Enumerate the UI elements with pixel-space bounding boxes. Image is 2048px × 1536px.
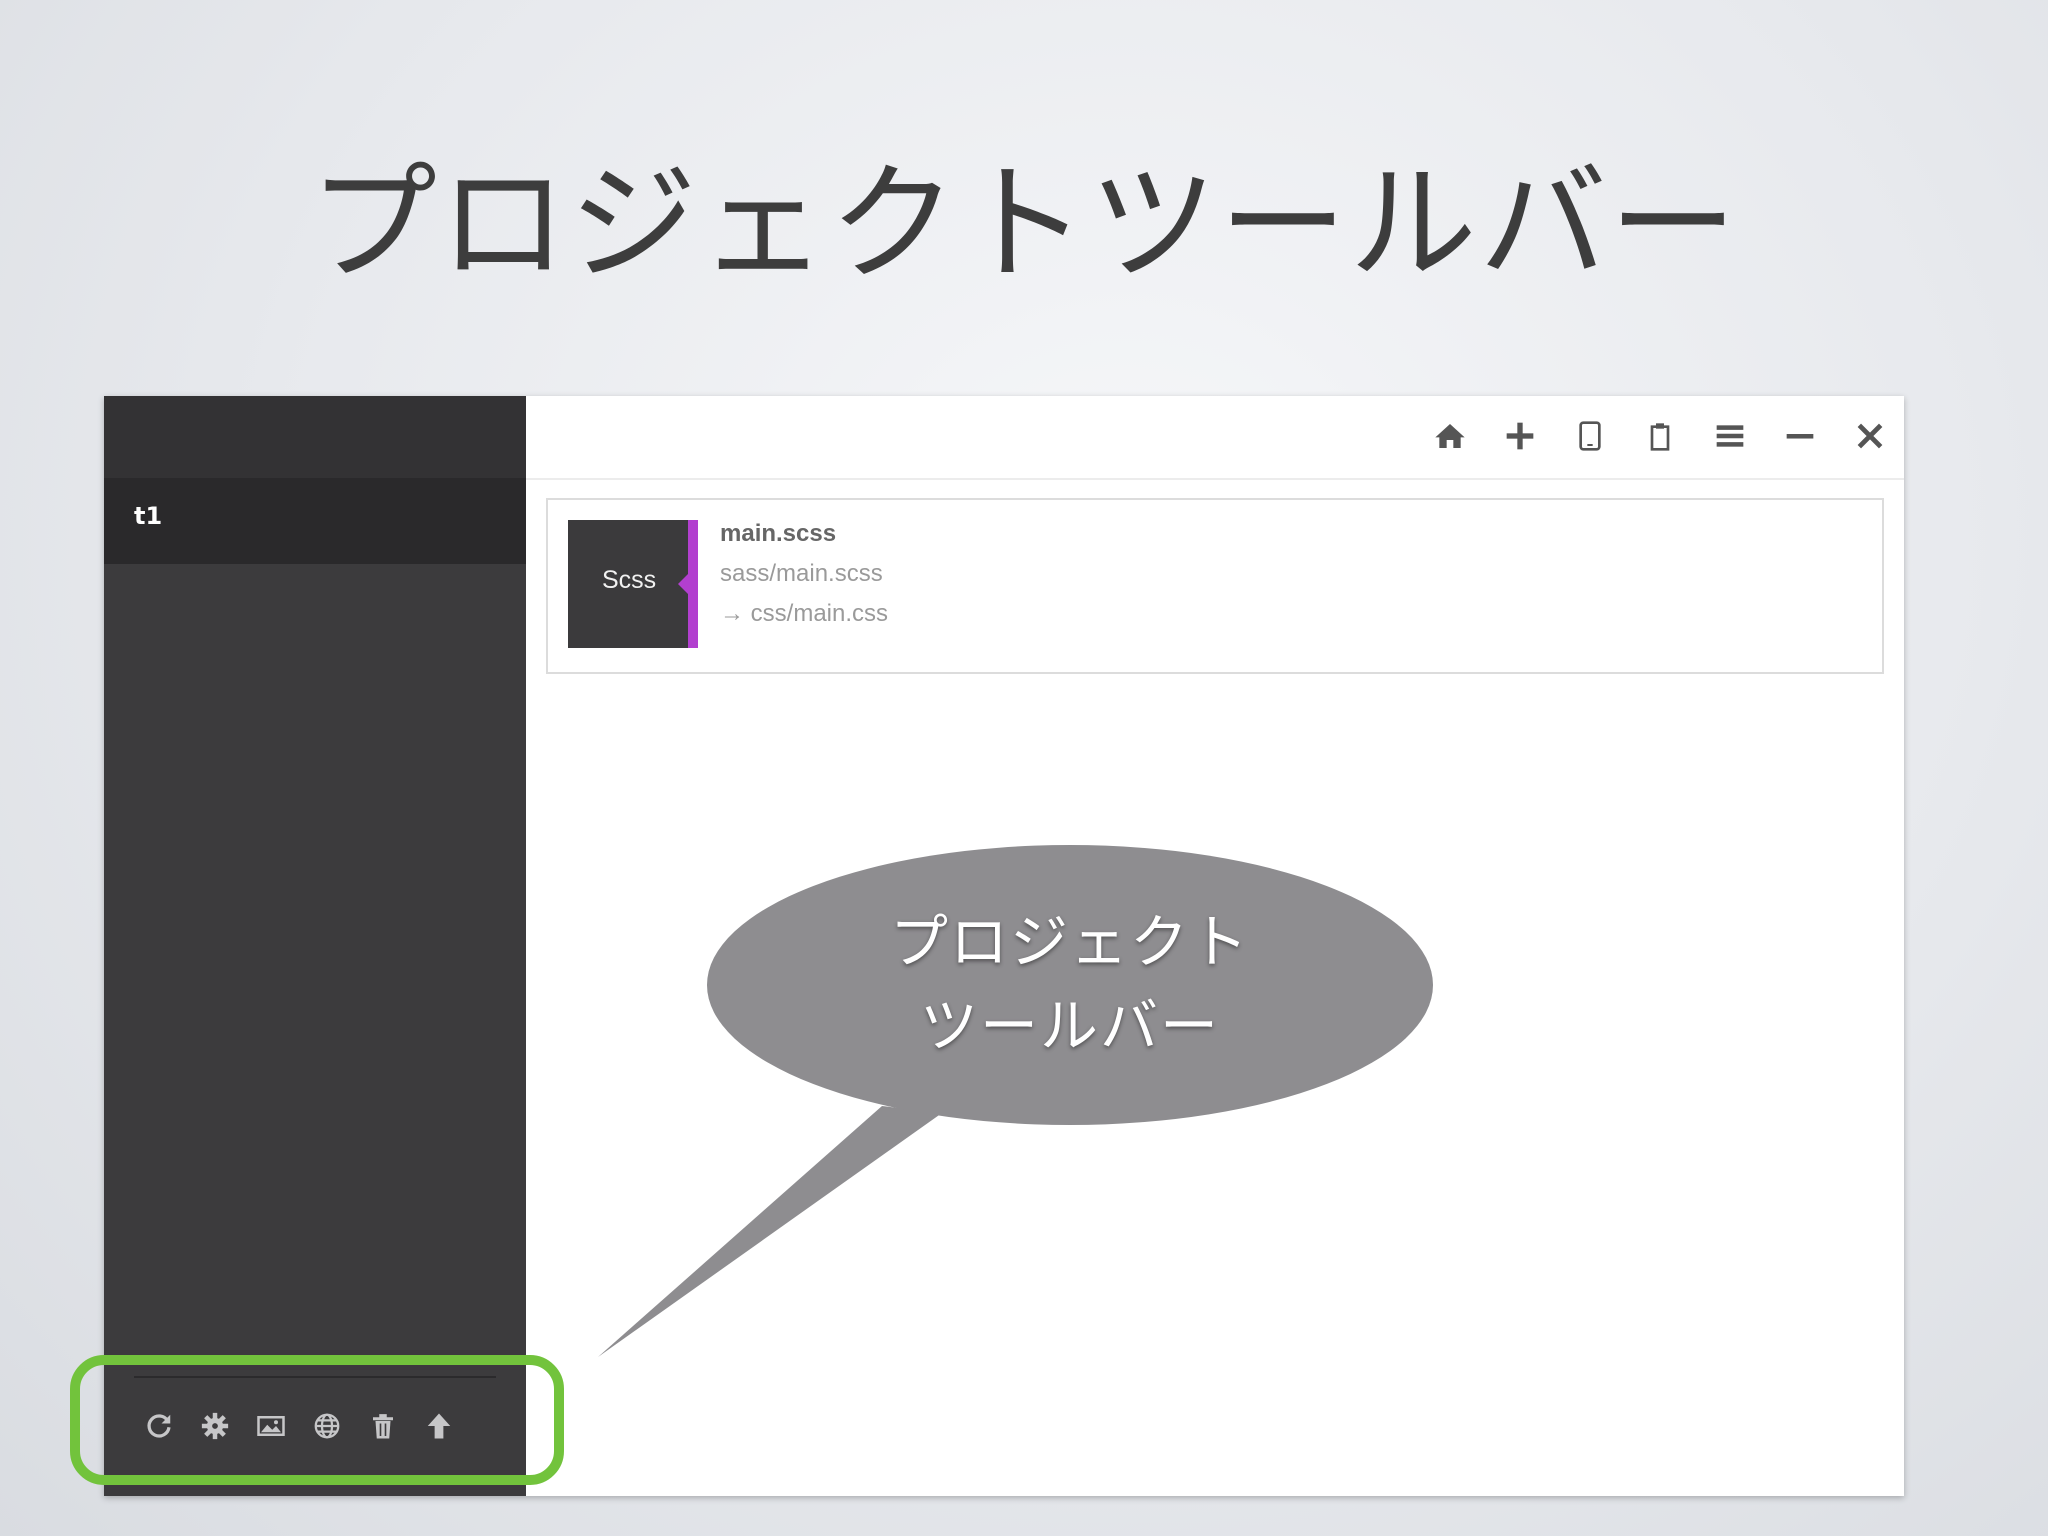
menu-button[interactable] xyxy=(1714,416,1746,456)
file-type-badge: Scss xyxy=(568,520,698,648)
tablet-icon xyxy=(1579,421,1601,451)
clipboard-button[interactable] xyxy=(1644,416,1676,456)
minimize-icon xyxy=(1786,434,1814,439)
device-preview-button[interactable] xyxy=(1574,416,1606,456)
sidebar-header xyxy=(104,396,526,478)
project-name: t1 xyxy=(134,502,163,530)
file-type-label: Scss xyxy=(602,566,657,594)
callout-line-1: プロジェクト xyxy=(889,908,1250,976)
close-icon xyxy=(1857,423,1883,449)
plus-icon xyxy=(1506,422,1534,450)
home-icon xyxy=(1435,424,1465,448)
clipboard-icon xyxy=(1650,423,1670,451)
menu-icon xyxy=(1716,425,1744,447)
toolbar-highlight xyxy=(70,1355,564,1485)
file-source-path: sass/main.scss xyxy=(720,560,883,587)
badge-accent-bar xyxy=(688,520,698,648)
home-button[interactable] xyxy=(1434,416,1466,456)
add-button[interactable] xyxy=(1504,416,1536,456)
close-button[interactable] xyxy=(1854,416,1886,456)
sidebar-item-project[interactable]: t1 xyxy=(104,478,526,564)
file-name: main.scss xyxy=(720,520,837,547)
sidebar: t1 xyxy=(104,396,526,1496)
badge-notch xyxy=(678,574,688,594)
file-output-path: → css/main.css xyxy=(720,600,889,627)
callout-text: プロジェクト ツールバー xyxy=(706,900,1434,1068)
top-toolbar xyxy=(526,396,1904,480)
callout-line-2: ツールバー xyxy=(919,992,1220,1060)
file-list-item[interactable]: Scss main.scss sass/main.scss → css/main… xyxy=(546,498,1884,674)
slide-title: プロジェクトツールバー xyxy=(308,150,1739,299)
minimize-button[interactable] xyxy=(1784,416,1816,456)
